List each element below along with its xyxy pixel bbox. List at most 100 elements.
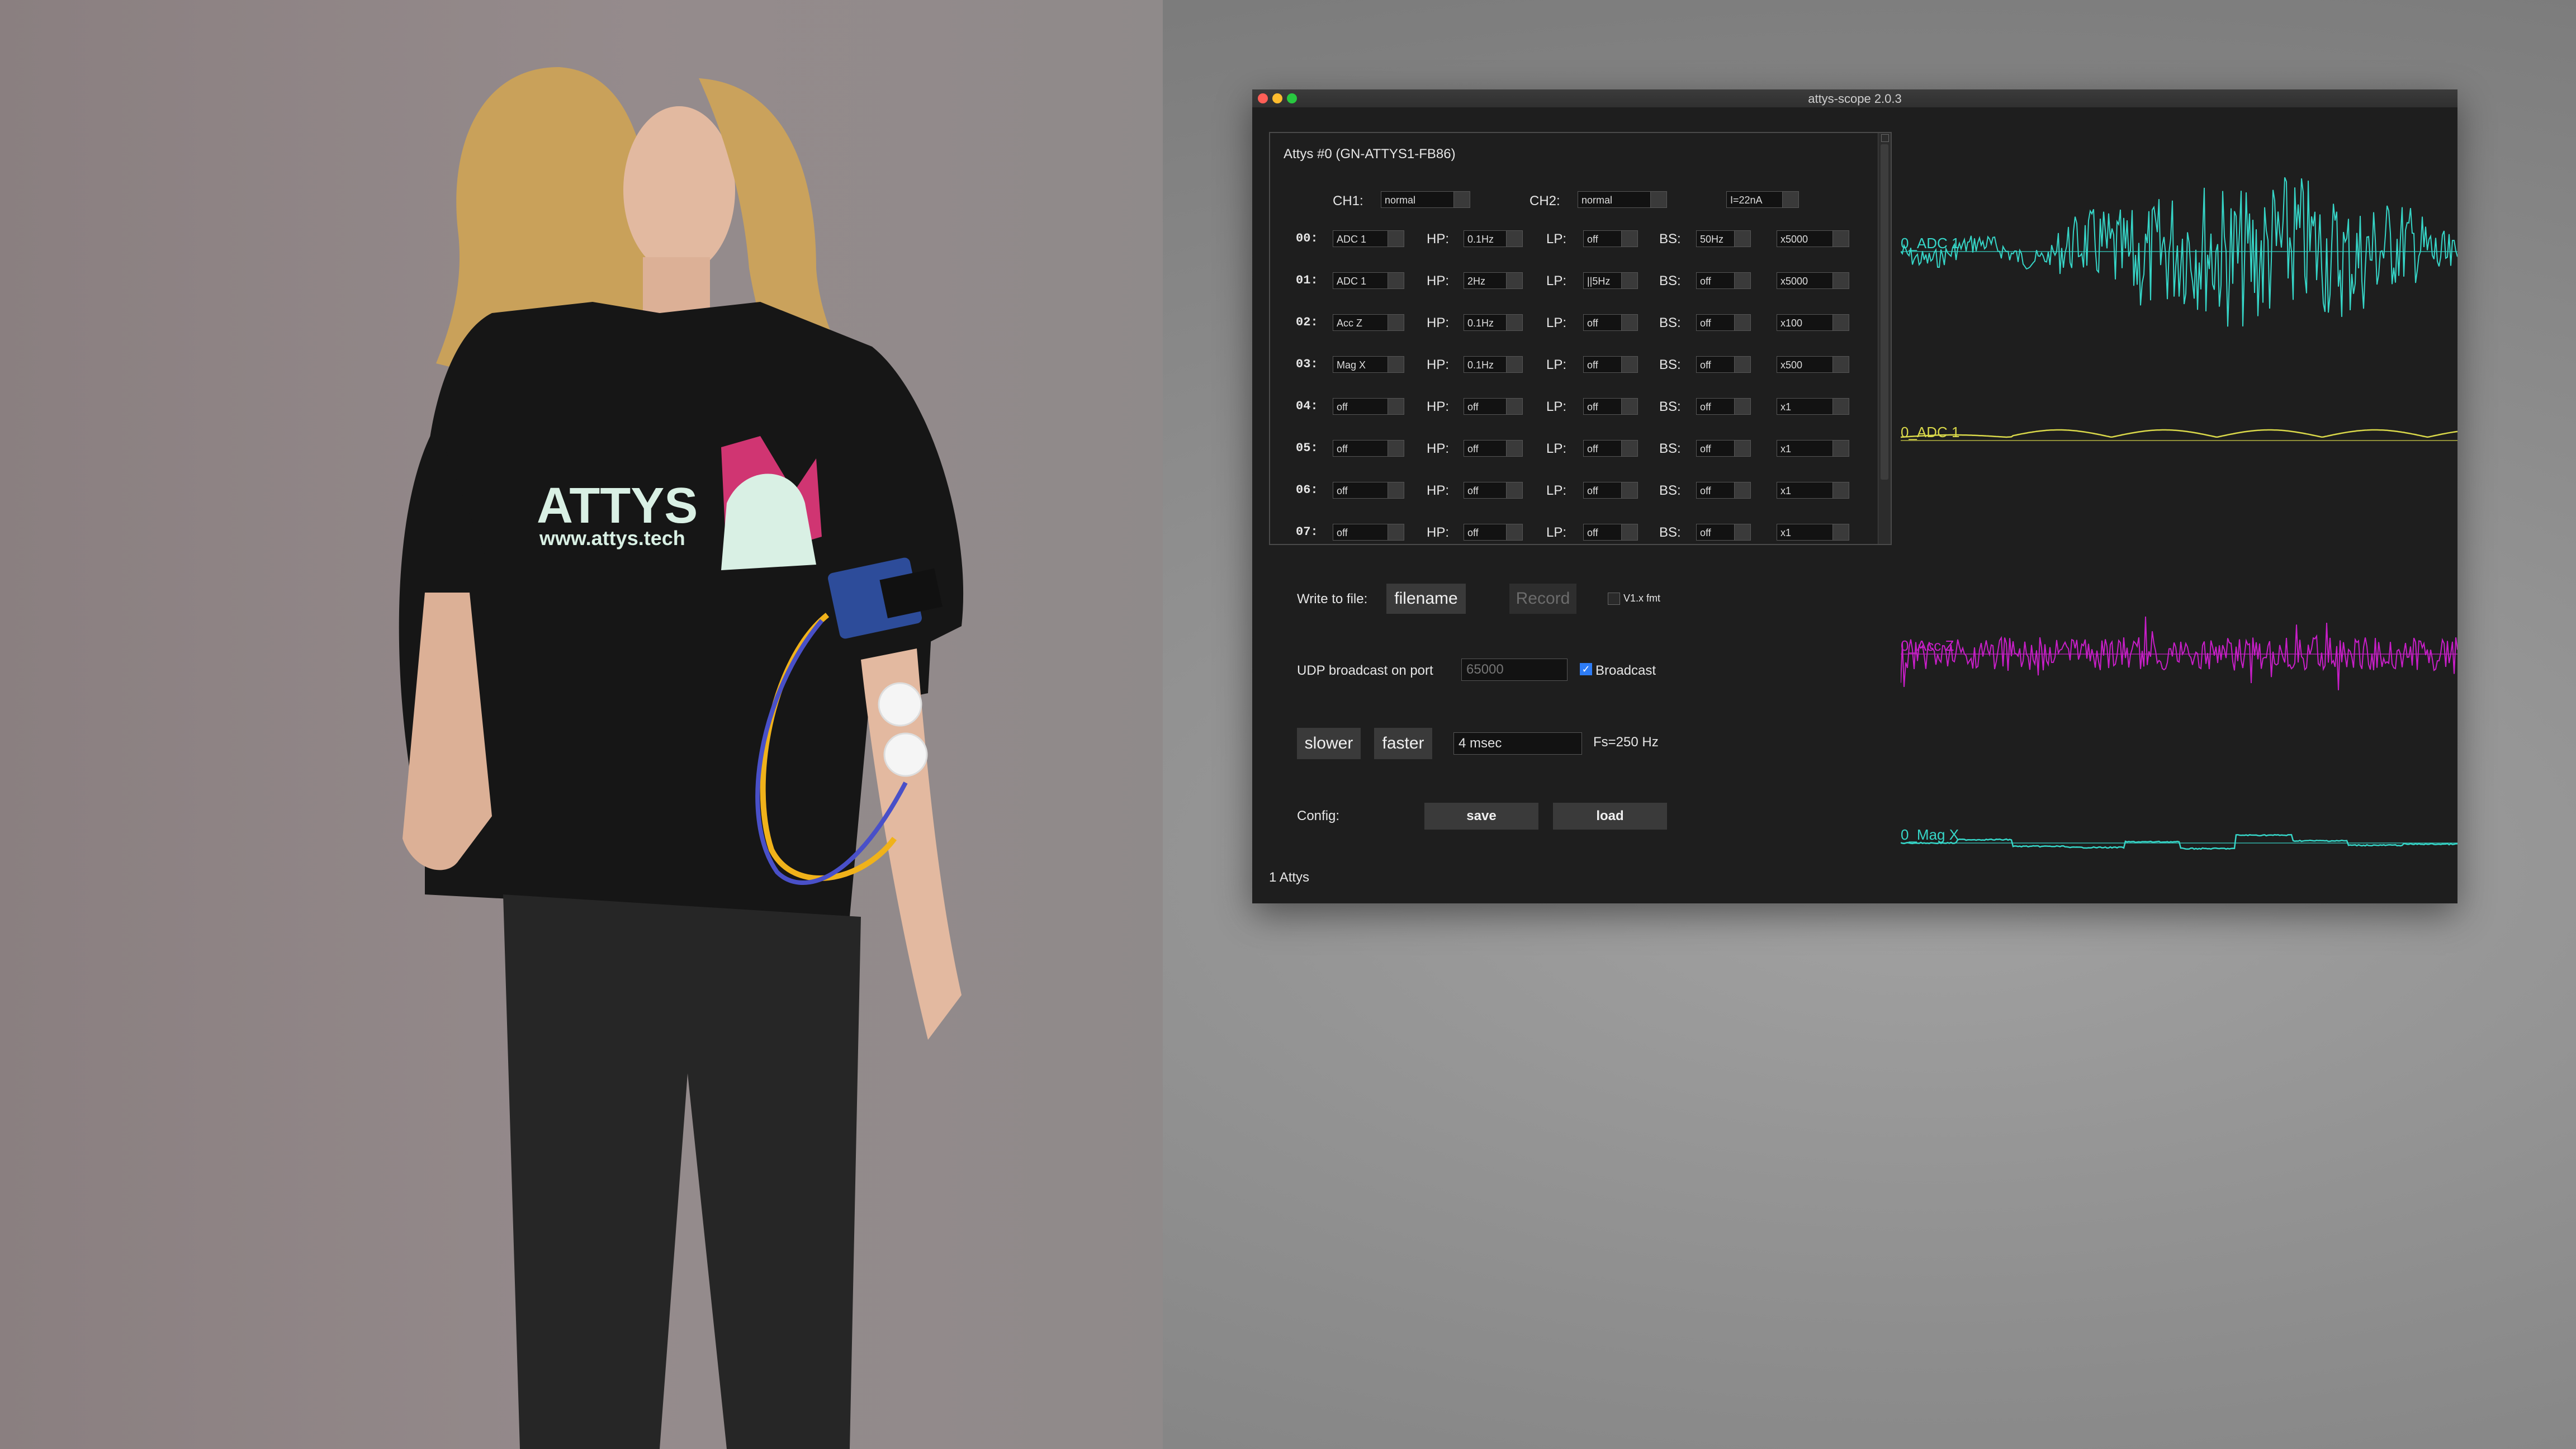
- broadcast-checkbox[interactable]: ✓: [1580, 663, 1592, 675]
- channel-index: 06:: [1296, 483, 1318, 497]
- channel-index: 03:: [1296, 357, 1318, 371]
- lowpass-value: off: [1587, 318, 1598, 329]
- gain-value: x500: [1781, 359, 1803, 371]
- lowpass-select[interactable]: off: [1583, 398, 1638, 415]
- save-config-button[interactable]: save: [1424, 803, 1538, 830]
- bandstop-select[interactable]: off: [1696, 482, 1751, 499]
- highpass-select[interactable]: 2Hz: [1464, 272, 1523, 289]
- bs-label: BS:: [1659, 273, 1681, 288]
- channel-source-value: Acc Z: [1337, 318, 1363, 329]
- trace-line: [1900, 834, 2458, 850]
- lp-label: LP:: [1546, 525, 1567, 540]
- lowpass-value: off: [1587, 485, 1598, 496]
- device-title: Attys #0 (GN-ATTYS1-FB86): [1284, 146, 1456, 162]
- hp-label: HP:: [1427, 231, 1450, 247]
- write-to-file-label: Write to file:: [1297, 591, 1368, 607]
- bandstop-select[interactable]: off: [1696, 440, 1751, 457]
- lowpass-select[interactable]: off: [1583, 356, 1638, 373]
- bandstop-value: off: [1700, 318, 1711, 329]
- bandstop-value: off: [1700, 485, 1711, 496]
- highpass-value: off: [1467, 485, 1479, 496]
- bs-label: BS:: [1659, 441, 1681, 456]
- gain-value: x5000: [1781, 234, 1808, 245]
- highpass-value: 2Hz: [1467, 276, 1486, 287]
- ch1-label: CH1:: [1333, 193, 1363, 209]
- channel-index: 02:: [1296, 315, 1318, 329]
- bandstop-select[interactable]: 50Hz: [1696, 230, 1751, 247]
- faster-button[interactable]: faster: [1374, 728, 1432, 759]
- hp-label: HP:: [1427, 357, 1450, 372]
- highpass-select[interactable]: off: [1464, 524, 1523, 541]
- channel-source-select[interactable]: Acc Z: [1333, 314, 1404, 331]
- bandstop-select[interactable]: off: [1696, 398, 1751, 415]
- v1-format-checkbox[interactable]: [1608, 593, 1620, 605]
- udp-port-input[interactable]: [1461, 659, 1568, 681]
- bs-label: BS:: [1659, 483, 1681, 498]
- trace-line: [1900, 429, 2458, 438]
- channel-source-select[interactable]: off: [1333, 440, 1404, 457]
- ch1-mode-value: normal: [1385, 195, 1416, 206]
- ch1-mode-select[interactable]: normal: [1381, 191, 1470, 208]
- bandstop-value: off: [1700, 276, 1711, 287]
- record-button[interactable]: Record: [1509, 584, 1576, 614]
- highpass-select[interactable]: 0.1Hz: [1464, 356, 1523, 373]
- gain-value: x1: [1781, 401, 1792, 413]
- lowpass-select[interactable]: off: [1583, 314, 1638, 331]
- gain-value: x1: [1781, 485, 1792, 496]
- highpass-value: off: [1467, 443, 1479, 454]
- lowpass-select[interactable]: off: [1583, 524, 1638, 541]
- load-config-button[interactable]: load: [1553, 803, 1667, 830]
- gain-select[interactable]: x1: [1777, 524, 1849, 541]
- lowpass-select[interactable]: off: [1583, 440, 1638, 457]
- channel-source-select[interactable]: off: [1333, 524, 1404, 541]
- gain-select[interactable]: x1: [1777, 398, 1849, 415]
- bandstop-select[interactable]: off: [1696, 314, 1751, 331]
- gain-select[interactable]: x1: [1777, 440, 1849, 457]
- channel-index: 07:: [1296, 525, 1318, 539]
- channel-index: 05:: [1296, 441, 1318, 455]
- gain-select[interactable]: x100: [1777, 314, 1849, 331]
- interval-field[interactable]: 4 msec: [1453, 732, 1582, 755]
- gain-select[interactable]: x5000: [1777, 272, 1849, 289]
- highpass-select[interactable]: off: [1464, 398, 1523, 415]
- gain-select[interactable]: x500: [1777, 356, 1849, 373]
- channel-source-select[interactable]: off: [1333, 482, 1404, 499]
- panel-scrollbar[interactable]: [1878, 133, 1891, 544]
- lowpass-value: off: [1587, 234, 1598, 245]
- scrollbar-thumb[interactable]: [1881, 144, 1888, 480]
- highpass-select[interactable]: 0.1Hz: [1464, 314, 1523, 331]
- lp-label: LP:: [1546, 441, 1567, 456]
- current-select[interactable]: I=22nA: [1726, 191, 1799, 208]
- lowpass-select[interactable]: off: [1583, 482, 1638, 499]
- person-photo: ATTYS www.attys.tech: [399, 67, 964, 1449]
- highpass-select[interactable]: off: [1464, 482, 1523, 499]
- lowpass-select[interactable]: ||5Hz: [1583, 272, 1638, 289]
- bandstop-select[interactable]: off: [1696, 356, 1751, 373]
- highpass-select[interactable]: 0.1Hz: [1464, 230, 1523, 247]
- config-label: Config:: [1297, 808, 1340, 823]
- gain-select[interactable]: x1: [1777, 482, 1849, 499]
- channel-source-select[interactable]: Mag X: [1333, 356, 1404, 373]
- channel-source-value: ADC 1: [1337, 234, 1367, 245]
- gain-select[interactable]: x5000: [1777, 230, 1849, 247]
- highpass-select[interactable]: off: [1464, 440, 1523, 457]
- hp-label: HP:: [1427, 441, 1450, 456]
- gain-value: x100: [1781, 318, 1803, 329]
- bandstop-select[interactable]: off: [1696, 524, 1751, 541]
- svg-text:www.attys.tech: www.attys.tech: [539, 527, 685, 550]
- lowpass-select[interactable]: off: [1583, 230, 1638, 247]
- udp-label: UDP broadcast on port: [1297, 663, 1433, 678]
- hp-label: HP:: [1427, 525, 1450, 540]
- lp-label: LP:: [1546, 357, 1567, 372]
- bs-label: BS:: [1659, 231, 1681, 247]
- channel-source-select[interactable]: ADC 1: [1333, 272, 1404, 289]
- bs-label: BS:: [1659, 357, 1681, 372]
- bandstop-select[interactable]: off: [1696, 272, 1751, 289]
- lowpass-value: off: [1587, 359, 1598, 371]
- channel-source-select[interactable]: off: [1333, 398, 1404, 415]
- lowpass-value: ||5Hz: [1587, 276, 1611, 287]
- ch2-mode-select[interactable]: normal: [1578, 191, 1667, 208]
- slower-button[interactable]: slower: [1297, 728, 1361, 759]
- channel-source-select[interactable]: ADC 1: [1333, 230, 1404, 247]
- filename-button[interactable]: filename: [1386, 584, 1466, 614]
